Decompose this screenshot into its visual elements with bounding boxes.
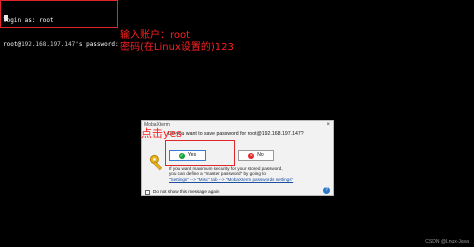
prompt-ip: 192.168.197.147 (21, 41, 76, 48)
annotation-user: 输入账户：root (120, 30, 191, 41)
dialog-question: Do you want to save password for root@19… (168, 131, 304, 137)
dont-show-label: Do not show this message again (153, 189, 220, 194)
dialog-info: If you want maximum security for your st… (169, 166, 293, 182)
dont-show-option[interactable]: Do not show this message again (145, 189, 219, 195)
no-label: No (257, 152, 264, 158)
password-prompt: root@192.168.197.147's password: (3, 41, 119, 49)
highlight-box-terminal (0, 0, 118, 28)
annotation-password: 密码(在Linux设置的)123 (120, 42, 234, 53)
info-line-3: "Settings" --> "Misc" tab --> "MobaXterm… (169, 176, 294, 182)
prompt-suffix: 's password: (75, 41, 119, 48)
watermark: CSDN @Lnux-Java (425, 239, 469, 245)
close-icon[interactable]: × (326, 121, 330, 129)
annotation-click-yes: 点击yes (141, 127, 183, 140)
highlight-box-yes (165, 140, 235, 166)
help-icon[interactable]: ? (323, 187, 330, 194)
no-button[interactable]: × No (238, 150, 274, 161)
prompt-user: root@ (3, 41, 22, 48)
no-icon: × (248, 152, 255, 159)
dont-show-checkbox[interactable] (145, 189, 150, 195)
